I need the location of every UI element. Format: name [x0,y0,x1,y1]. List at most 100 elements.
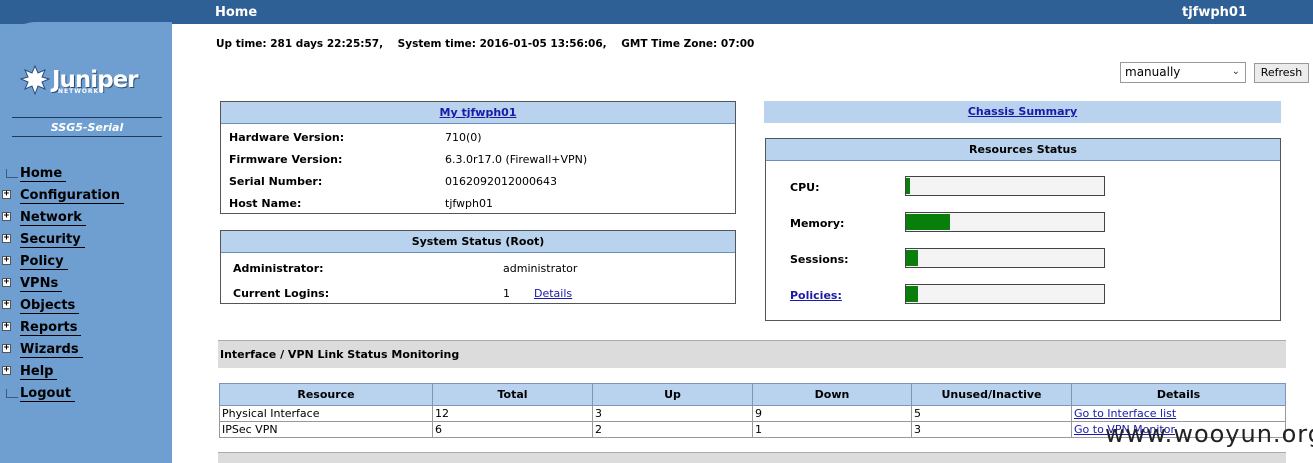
sidebar-item-label[interactable]: Policy [20,254,68,270]
sidebar-item-objects[interactable]: + Objects [0,295,172,317]
cpu-label: CPU: [790,181,820,194]
table-header-row: Resource Total Up Down Unused/Inactive D… [219,383,1286,406]
column-header: Resource [219,383,433,406]
logins-details-link[interactable]: Details [534,287,572,300]
sidebar-item-home[interactable]: Home [0,163,172,185]
interface-list-link[interactable]: Go to Interface list [1074,407,1176,420]
table-cell: 9 [752,405,912,422]
chassis-summary-header: Chassis Summary [764,101,1281,123]
sidebar-item-help[interactable]: + Help [0,361,172,383]
refresh-button[interactable]: Refresh [1254,63,1309,83]
table-cell: 3 [911,421,1072,438]
refresh-mode-value: manually [1125,65,1181,79]
sidebar-item-label[interactable]: Configuration [20,188,124,204]
table-cell: 12 [432,405,593,422]
cpu-bar-fill [906,178,910,194]
device-hostname: tjfwph01 [1182,5,1247,20]
administrator-label: Administrator: [233,262,324,275]
panel-header: Resources Status [766,139,1280,161]
sidebar-item-label[interactable]: Home [20,166,67,182]
expand-icon[interactable]: + [2,278,11,287]
serial-number-label: Serial Number: [229,175,323,188]
divider [12,136,162,137]
column-header: Up [592,383,753,406]
sidebar-item-wizards[interactable]: + Wizards [0,339,172,361]
expand-icon[interactable]: + [2,234,11,243]
table-cell: 3 [592,405,753,422]
table-cell: 1 [752,421,912,438]
sidebar-item-label[interactable]: Objects [20,298,80,314]
sidebar: Juniper NETWORKS SSG5-Serial Home + Confi… [0,0,172,463]
sessions-label: Sessions: [790,253,849,266]
juniper-logo: Juniper NETWORKS [18,62,139,98]
hardware-version-label: Hardware Version: [229,131,345,144]
policies-bar-fill [906,286,918,302]
sidebar-item-network[interactable]: + Network [0,207,172,229]
sidebar-item-logout[interactable]: Logout [0,383,172,405]
expand-icon[interactable]: + [2,344,11,353]
sidebar-item-label[interactable]: VPNs [20,276,63,292]
column-header: Unused/Inactive [911,383,1072,406]
memory-label: Memory: [790,217,845,230]
sidebar-item-label[interactable]: Network [20,210,86,226]
column-header: Total [432,383,593,406]
device-link[interactable]: My tjfwph01 [440,106,517,119]
firmware-version-label: Firmware Version: [229,153,343,166]
current-logins-value: 1 [503,287,510,300]
system-status-panel: System Status (Root) Administrator: admi… [220,230,736,304]
expand-icon[interactable]: + [2,212,11,221]
refresh-mode-select[interactable]: manually ⌄ [1120,62,1246,83]
policies-link[interactable]: Policies: [790,289,842,302]
expand-icon[interactable]: + [2,300,11,309]
device-model: SSG5-Serial [50,121,124,134]
chevron-down-icon: ⌄ [1231,66,1240,77]
logo-subtext: NETWORKS [58,88,105,95]
section-band [218,452,1286,463]
expand-icon[interactable]: + [2,366,11,375]
sessions-bar [905,248,1105,268]
tree-line [6,169,18,178]
tree-line [6,389,18,398]
sidebar-top-band [0,0,172,24]
sidebar-item-label[interactable]: Wizards [20,342,83,358]
sidebar-item-label[interactable]: Reports [20,320,82,336]
firmware-version-value: 6.3.0r17.0 (Firewall+VPN) [445,153,588,166]
cpu-bar [905,176,1105,196]
watermark: www.wooyun.org [1105,420,1313,448]
column-header: Details [1071,383,1286,406]
sidebar-item-label[interactable]: Help [20,364,58,380]
column-header: Down [752,383,912,406]
sidebar-item-configuration[interactable]: + Configuration [0,185,172,207]
hardware-version-value: 710(0) [445,131,482,144]
sidebar-item-policy[interactable]: + Policy [0,251,172,273]
sidebar-item-reports[interactable]: + Reports [0,317,172,339]
sidebar-item-label[interactable]: Logout [20,386,75,402]
chassis-summary-link[interactable]: Chassis Summary [968,105,1077,118]
divider [12,117,162,118]
page-title: Home [215,5,258,20]
juniper-leaf-icon [18,63,52,97]
expand-icon[interactable]: + [2,322,11,331]
panel-header: System Status (Root) [221,231,735,253]
sessions-bar-fill [906,250,918,266]
link-monitor-title: Interface / VPN Link Status Monitoring [218,340,1286,368]
header-bar: Home tjfwph01 [172,0,1313,24]
table-cell: 2 [592,421,753,438]
host-name-value: tjfwph01 [445,197,493,210]
serial-number-value: 0162092012000643 [445,175,557,188]
sidebar-item-label[interactable]: Security [20,232,85,248]
expand-icon[interactable]: + [2,190,11,199]
administrator-value: administrator [503,262,578,275]
nav-menu: Home + Configuration + Network + Security +… [0,163,172,405]
sidebar-item-vpns[interactable]: + VPNs [0,273,172,295]
device-info-panel: My tjfwph01 Hardware Version: 710(0) Fir… [220,101,736,214]
sidebar-item-security[interactable]: + Security [0,229,172,251]
policies-bar [905,284,1105,304]
memory-bar-fill [906,214,950,230]
host-name-label: Host Name: [229,197,302,210]
table-cell: 6 [432,421,593,438]
expand-icon[interactable]: + [2,256,11,265]
status-line: Up time: 281 days 22:25:57, System time:… [216,38,755,50]
current-logins-label: Current Logins: [233,287,330,300]
sidebar-curve [0,22,172,62]
